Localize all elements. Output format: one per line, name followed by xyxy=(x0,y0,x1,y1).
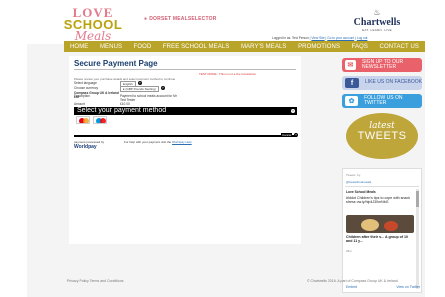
newsletter-signup-button[interactable]: ✉ SIGN UP TO OUR NEWSLETTER xyxy=(342,58,422,72)
nav-promotions[interactable]: PROMOTIONS xyxy=(298,44,340,50)
divider-bar xyxy=(74,135,297,137)
main-nav: HOME MENUS FOOD FREE SCHOOL MEALS MARY'S… xyxy=(64,41,425,52)
login-status: Logged in as: Test Person | View Site | … xyxy=(272,36,368,40)
timeline-handle[interactable]: @loveschoolmeals xyxy=(346,180,371,184)
love-school-meals-logo[interactable]: LOVE SCHOOL Meals xyxy=(63,6,123,42)
help-text: For help with your payment visit the Wor… xyxy=(124,140,192,144)
meal-selector-label: DORSET MEALSELECTOR xyxy=(149,16,217,22)
brand-tagline: EAT. LEARN. LIVE xyxy=(362,28,392,32)
nav-faqs[interactable]: FAQS xyxy=(352,44,368,50)
account-link[interactable]: Go to your account xyxy=(327,36,354,40)
brand-name: Chartwells xyxy=(353,17,401,28)
facebook-button[interactable]: f LIKE US ON FACEBOOK xyxy=(342,76,422,90)
chartwells-logo[interactable]: ♨ Chartwells EAT. LEARN. LIVE xyxy=(347,8,407,33)
latest-tweets-badge: latest TWEETS xyxy=(346,113,418,159)
timeline-scroll-thumb[interactable] xyxy=(416,191,419,207)
timeline-by: by xyxy=(357,173,361,177)
amount-value: £10.00 xyxy=(120,102,130,106)
nav-contact-us[interactable]: CONTACT US xyxy=(380,44,419,50)
twitter-bird-icon: ✿ xyxy=(345,96,359,106)
timeline-heading: Tweets by xyxy=(346,172,360,178)
twitter-timeline: Tweets by @loveschoolmeals Love School M… xyxy=(342,168,422,293)
twitter-button[interactable]: ✿ FOLLOW US ON TWITTER xyxy=(342,94,422,108)
nav-menus[interactable]: MENUS xyxy=(100,44,122,50)
twitter-label: FOLLOW US ON TWITTER xyxy=(364,94,403,106)
facebook-icon: f xyxy=(345,78,359,88)
location-pin-icon: ● xyxy=(144,16,148,22)
page: LOVE SCHOOL Meals ● DORSET MEALSELECTOR … xyxy=(0,0,445,297)
help-icon[interactable]: ? xyxy=(294,133,298,137)
site-header: LOVE SCHOOL Meals ● DORSET MEALSELECTOR … xyxy=(27,0,425,44)
worldpay-logo[interactable]: payment processed by Worldpay xyxy=(74,140,104,150)
facebook-label: LIKE US ON FACEBOOK xyxy=(365,79,422,86)
description-row: Description Payment to school meals acco… xyxy=(74,94,180,102)
site-footer: Privacy Policy Terms and Conditions © Ch… xyxy=(27,279,425,287)
test-mode-notice: TEST MODE - This is not a live transacti… xyxy=(199,72,257,76)
help-icon[interactable]: ? xyxy=(160,86,165,90)
page-title: Secure Payment Page xyxy=(74,59,158,68)
logout-link[interactable]: Log out xyxy=(357,36,368,40)
provider-name: Worldpay xyxy=(74,144,97,150)
tweet-date: 26m xyxy=(346,249,352,253)
tweet-author[interactable]: Love School Meals xyxy=(346,190,376,194)
site-frame: LOVE SCHOOL Meals ● DORSET MEALSELECTOR … xyxy=(27,0,425,297)
copyright: © Chartwells 2016. A part of Compass Gro… xyxy=(307,279,398,283)
nav-marys-meals[interactable]: MARY'S MEALS xyxy=(241,44,287,50)
help-prefix: For help with your payment visit the xyxy=(124,140,172,144)
help-icon[interactable]: ? xyxy=(291,109,295,113)
nav-food[interactable]: FOOD xyxy=(134,44,152,50)
payment-panel: Secure Payment Page TEST MODE - This is … xyxy=(69,56,301,244)
amount-row: Amount £10.00 xyxy=(74,102,130,106)
title-divider xyxy=(74,69,296,70)
newsletter-label: SIGN UP TO OUR NEWSLETTER xyxy=(361,58,404,70)
maestro-icon[interactable] xyxy=(93,116,107,124)
cancel-button[interactable]: Cancel xyxy=(281,133,293,137)
envelope-icon: ✉ xyxy=(345,60,356,70)
tweet-text: #Iddot Children's tips to cope with snac… xyxy=(346,196,411,205)
footer-links[interactable]: Privacy Policy Terms and Conditions xyxy=(67,279,124,283)
payment-cards xyxy=(76,116,107,124)
tweet-image[interactable] xyxy=(346,215,414,233)
description-value: Payment to school meals account for Mr T… xyxy=(120,94,177,102)
currency-select[interactable]: £ (GBP Pounds Sterling) xyxy=(120,86,159,92)
chef-hat-icon: ♨ xyxy=(373,8,381,17)
nav-home[interactable]: HOME xyxy=(70,44,88,50)
amount-label: Amount xyxy=(74,102,85,106)
payment-method-bar: Select your payment method ? xyxy=(74,107,297,115)
mastercard-icon[interactable] xyxy=(76,116,90,124)
timeline-divider xyxy=(345,186,419,187)
meal-selector[interactable]: ● DORSET MEALSELECTOR xyxy=(144,16,217,22)
login-prefix: Logged in as: Test Person | xyxy=(272,36,311,40)
nav-free-school-meals[interactable]: FREE SCHOOL MEALS xyxy=(163,44,230,50)
help-icon[interactable]: ? xyxy=(137,81,142,85)
timeline-title: Tweets xyxy=(346,173,356,177)
description-label: Description xyxy=(74,94,90,98)
tweet-caption: Children after their s... A group of 10 … xyxy=(346,235,409,244)
payment-method-heading: Select your payment method xyxy=(77,107,167,114)
tweets-label: TWEETS xyxy=(357,130,407,142)
worldpay-help-link[interactable]: Worldpay Help xyxy=(172,140,192,144)
view-site-link[interactable]: View Site xyxy=(311,36,324,40)
